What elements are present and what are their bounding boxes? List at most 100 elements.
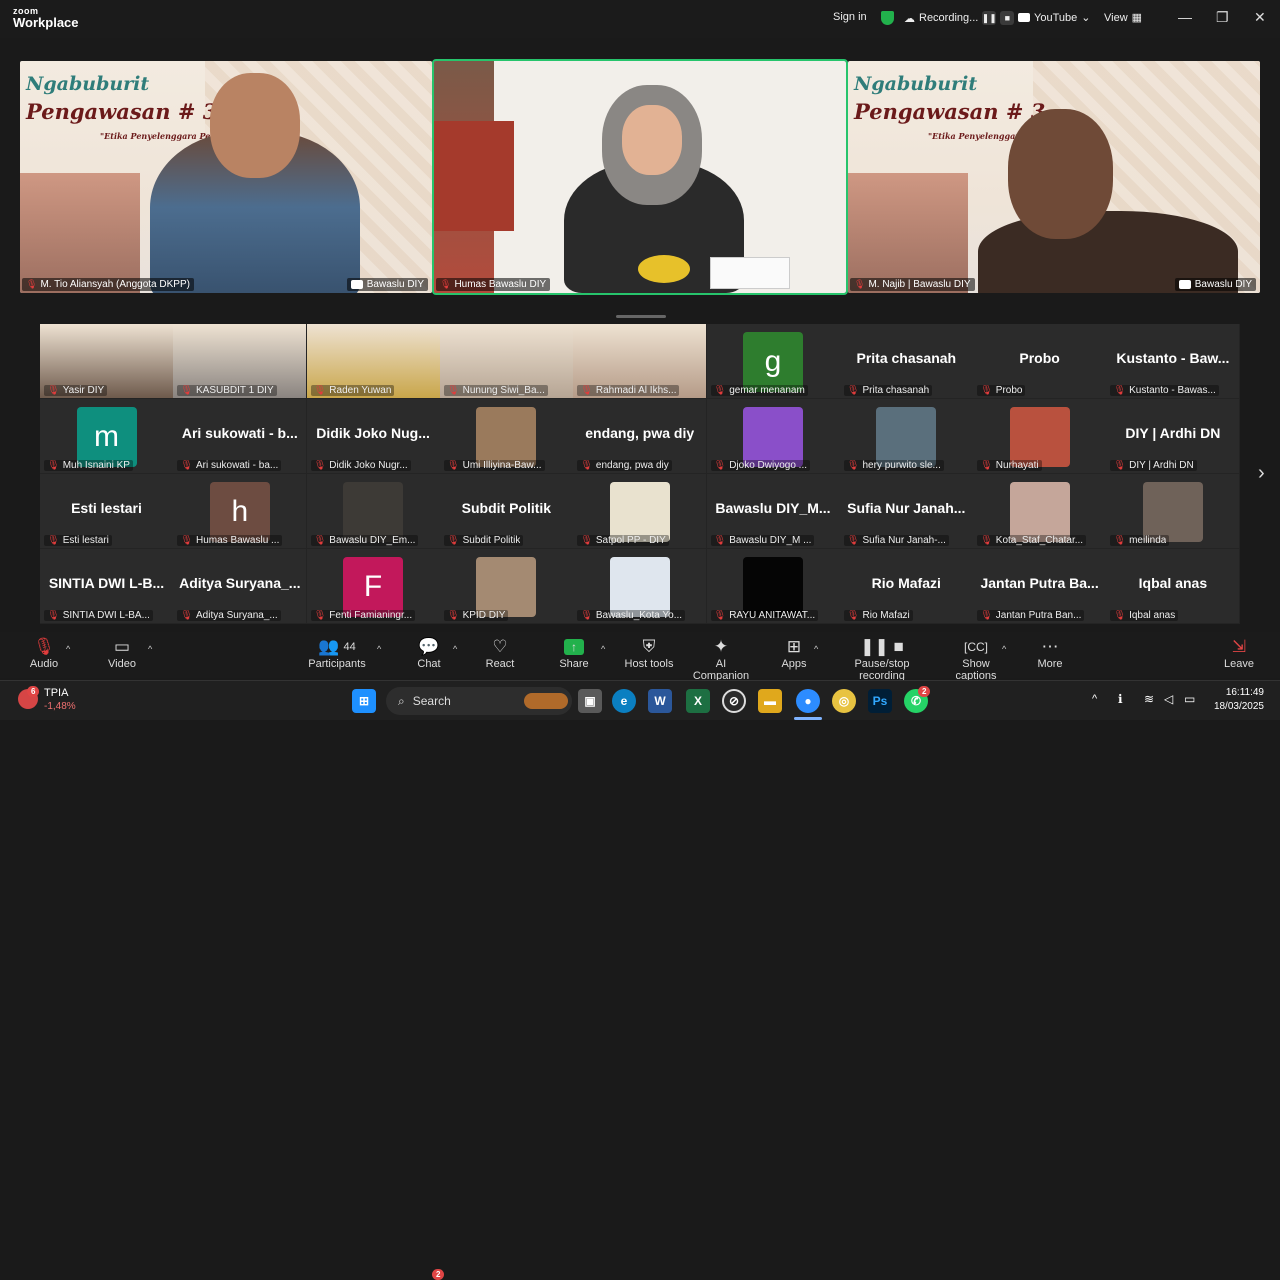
- close-icon[interactable]: ✕: [1254, 9, 1266, 26]
- ai-companion-button[interactable]: ✦ AI Companion: [688, 636, 754, 682]
- restore-icon[interactable]: ❐: [1216, 9, 1229, 26]
- mic-off-icon: 🎙: [446, 610, 460, 621]
- participant-name: Umi Illiyina-Baw...: [462, 460, 542, 471]
- wifi-icon[interactable]: ≋: [1144, 692, 1154, 706]
- resize-handle[interactable]: [616, 315, 666, 318]
- participant-tile[interactable]: 🎙 Nunung Siwi_Ba...: [439, 324, 573, 398]
- participant-tile[interactable]: 🎙 RAYU ANITAWAT...: [706, 549, 840, 623]
- next-page-icon[interactable]: ›: [1258, 462, 1265, 485]
- participant-tile[interactable]: Probo 🎙 Probo: [973, 324, 1107, 398]
- participant-tile[interactable]: Bawaslu DIY_M... 🎙 Bawaslu DIY_M ...: [706, 474, 840, 548]
- start-icon[interactable]: ⊞: [352, 689, 376, 713]
- apps-options-caret[interactable]: ^: [814, 644, 818, 654]
- ime-icon[interactable]: ℹ: [1118, 692, 1123, 706]
- tray-overflow-icon[interactable]: ^: [1092, 693, 1097, 705]
- speaker-tile-3[interactable]: Ngabuburit Pengawasan # 3 "Etika Penyele…: [848, 61, 1260, 293]
- participant-tile[interactable]: 🎙 Umi Illiyina-Baw...: [439, 399, 573, 473]
- chat-button[interactable]: 💬 Chat: [413, 636, 445, 670]
- react-button[interactable]: ♡ React: [484, 636, 516, 670]
- participant-tile[interactable]: 🎙 KPID DIY: [439, 549, 573, 623]
- edge-icon[interactable]: e: [612, 689, 636, 713]
- participant-tile[interactable]: 🎙 Kota_Staf_Chatar...: [973, 474, 1107, 548]
- leave-button[interactable]: ⇲ Leave: [1222, 636, 1256, 670]
- speaker-name-label: 🎙 Humas Bawaslu DIY: [436, 278, 551, 291]
- participant-tile[interactable]: Rio Mafazi 🎙 Rio Mafazi: [839, 549, 973, 623]
- participant-tile[interactable]: Subdit Politik 🎙 Subdit Politik: [439, 474, 573, 548]
- apps-button[interactable]: ⊞ Apps: [778, 636, 810, 670]
- app-icon[interactable]: ⊘: [722, 689, 746, 713]
- participant-tile[interactable]: Ari sukowati - b... 🎙 Ari sukowati - ba...: [173, 399, 307, 473]
- task-view-icon[interactable]: ▣: [578, 689, 602, 713]
- participant-tile[interactable]: 🎙 Raden Yuwan: [306, 324, 440, 398]
- word-icon[interactable]: W: [648, 689, 672, 713]
- participant-tile[interactable]: endang, pwa diy 🎙 endang, pwa diy: [573, 399, 707, 473]
- captions-options-caret[interactable]: ^: [1002, 644, 1006, 654]
- pause-recording-button[interactable]: ❚❚: [982, 11, 997, 25]
- participant-tile[interactable]: g 🎙 gemar menanam: [706, 324, 840, 398]
- youtube-live-dropdown[interactable]: YouTube ⌄: [1018, 11, 1090, 24]
- participant-tile[interactable]: SINTIA DWI L-B... 🎙 SINTIA DWI L-BA...: [40, 549, 173, 623]
- participant-tile[interactable]: Kustanto - Baw... 🎙 Kustanto - Bawas...: [1106, 324, 1240, 398]
- profile-photo: [1009, 407, 1070, 467]
- participant-tile[interactable]: 🎙 Yasir DIY: [40, 324, 173, 398]
- mic-off-icon: 🎙: [446, 385, 460, 396]
- participant-tile[interactable]: 🎙 Bawaslu DIY_Em...: [306, 474, 440, 548]
- participant-tile[interactable]: Prita chasanah 🎙 Prita chasanah: [839, 324, 973, 398]
- zoom-taskbar-icon[interactable]: ●: [796, 689, 820, 713]
- pause-stop-recording-button[interactable]: ❚❚ ■ Pause/stop recording: [832, 636, 932, 682]
- participant-name: Fenti Famianingr...: [329, 610, 413, 621]
- stop-recording-button[interactable]: ■: [1000, 11, 1015, 25]
- excel-icon[interactable]: X: [686, 689, 710, 713]
- participant-tile[interactable]: 🎙 hery purwito sle...: [839, 399, 973, 473]
- participant-tile[interactable]: Sufia Nur Janah... 🎙 Sufia Nur Janah-...: [839, 474, 973, 548]
- participant-display-name: Iqbal anas: [1138, 575, 1208, 591]
- file-explorer-icon[interactable]: ▬: [758, 689, 782, 713]
- clock-date[interactable]: 18/03/2025: [1212, 701, 1264, 712]
- share-options-caret[interactable]: ^: [601, 644, 605, 654]
- participant-tile[interactable]: Jantan Putra Ba... 🎙 Jantan Putra Ban...: [973, 549, 1107, 623]
- participant-tile[interactable]: 🎙 KASUBDIT 1 DIY: [173, 324, 307, 398]
- shield-icon: ⛨: [642, 637, 656, 656]
- participant-tile[interactable]: Didik Joko Nug... 🎙 Didik Joko Nugr...: [306, 399, 440, 473]
- participant-tile[interactable]: 🎙 Nurhayati: [973, 399, 1107, 473]
- participant-tile[interactable]: 🎙 Satpol PP - DIY: [573, 474, 707, 548]
- photoshop-icon[interactable]: Ps: [868, 689, 892, 713]
- battery-icon[interactable]: ▭: [1184, 692, 1195, 706]
- share-button[interactable]: ↑ Share: [558, 636, 590, 670]
- participant-tile[interactable]: Esti lestari 🎙 Esti lestari: [40, 474, 173, 548]
- participant-tile[interactable]: DIY | Ardhi DN 🎙 DIY | Ardhi DN: [1106, 399, 1240, 473]
- volume-icon[interactable]: ◁: [1164, 692, 1173, 706]
- clock-time[interactable]: 16:11:49: [1212, 687, 1264, 698]
- participant-tile[interactable]: 🎙 Rahmadi Al Ikhs...: [573, 324, 707, 398]
- video-options-caret[interactable]: ^: [148, 644, 152, 654]
- view-menu-button[interactable]: View ▦: [1104, 11, 1142, 25]
- captions-button[interactable]: [CC] Show captions: [943, 636, 1009, 682]
- more-button[interactable]: ⋯ More: [1034, 636, 1066, 670]
- chat-options-caret[interactable]: ^: [453, 644, 457, 654]
- participants-options-caret[interactable]: ^: [377, 644, 381, 654]
- host-tools-button[interactable]: ⛨ Host tools: [624, 636, 674, 670]
- video-button[interactable]: ▭ Video: [104, 636, 140, 670]
- participant-tile[interactable]: 🎙 meilinda: [1106, 474, 1240, 548]
- mic-off-icon: 🎙: [180, 535, 193, 546]
- participant-tile[interactable]: Aditya Suryana_... 🎙 Aditya Suryana_...: [173, 549, 307, 623]
- participant-name-label: 🎙 RAYU ANITAWAT...: [710, 610, 819, 621]
- participant-tile[interactable]: m 🎙 Muh Isnaini KP: [40, 399, 173, 473]
- minimize-icon[interactable]: —: [1178, 9, 1192, 25]
- audio-button[interactable]: 🎙 Audio: [26, 636, 62, 670]
- participant-tile[interactable]: h 🎙 Humas Bawaslu ...: [173, 474, 307, 548]
- chrome-icon[interactable]: ◎: [832, 689, 856, 713]
- participant-tile[interactable]: Iqbal anas 🎙 Iqbal anas: [1106, 549, 1240, 623]
- audio-options-caret[interactable]: ^: [66, 644, 70, 654]
- participant-name: Rahmadi Al Ikhs...: [595, 385, 677, 396]
- participants-button[interactable]: 👥 44 Participants: [308, 636, 366, 670]
- speaker-tile-1[interactable]: Ngabuburit Pengawasan # 3 "Etika Penyele…: [20, 61, 432, 293]
- sign-in-link[interactable]: Sign in: [833, 11, 867, 23]
- speaker-tile-active[interactable]: 🎙 Humas Bawaslu DIY: [432, 59, 848, 295]
- participant-tile[interactable]: 🎙 Djoko Dwiyogo ...: [706, 399, 840, 473]
- youtube-watermark: Bawaslu DIY: [1174, 278, 1256, 291]
- encryption-shield-icon[interactable]: [881, 11, 894, 25]
- participant-tile[interactable]: 🎙 Bawaslu_Kota Yo...: [573, 549, 707, 623]
- participant-tile[interactable]: F 🎙 Fenti Famianingr...: [306, 549, 440, 623]
- participant-name-label: 🎙 Humas Bawaslu ...: [177, 535, 283, 546]
